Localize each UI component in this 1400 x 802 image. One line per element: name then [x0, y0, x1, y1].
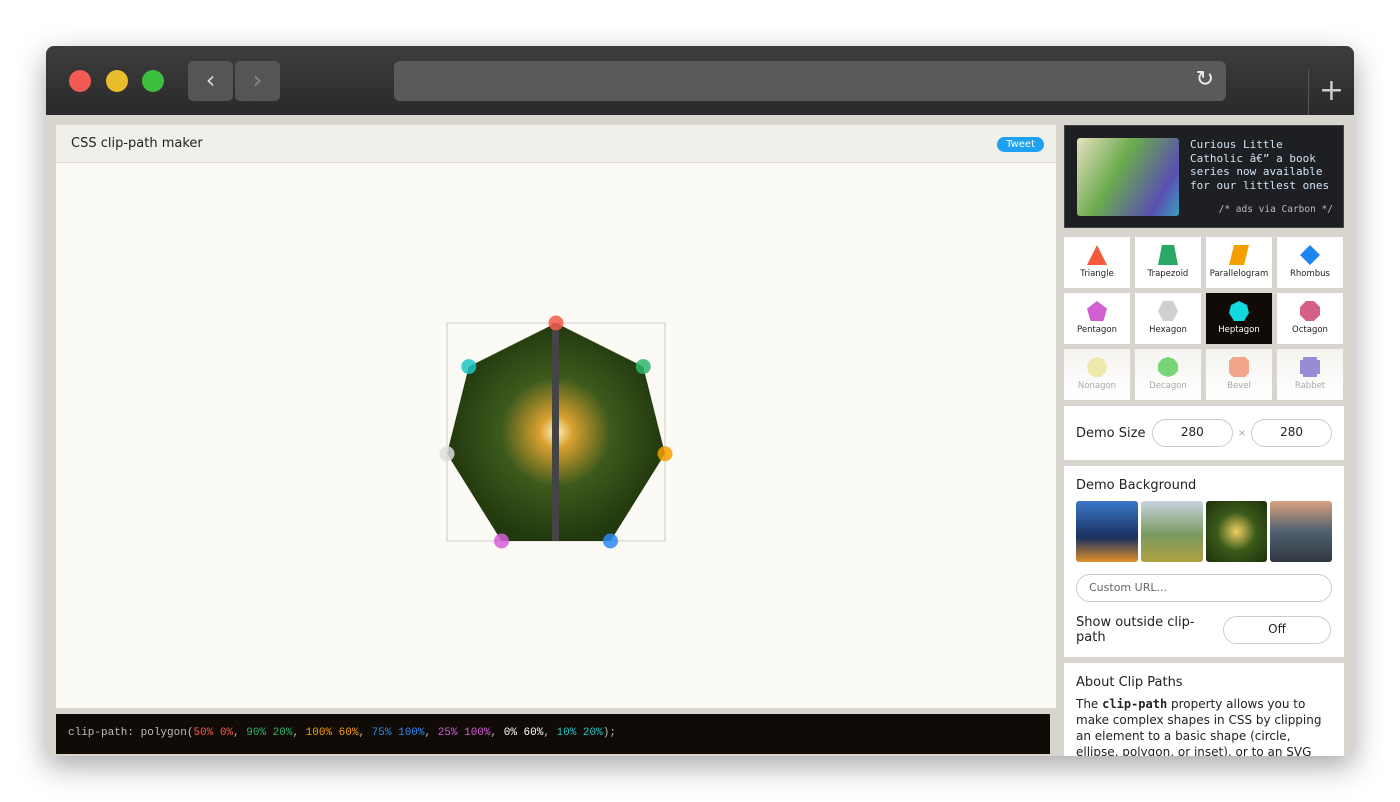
shape-label: Hexagon [1149, 325, 1187, 335]
shape-label: Rabbet [1294, 381, 1326, 391]
rabbet-icon [1300, 357, 1320, 377]
code-point: 75% 100% [371, 727, 425, 739]
ad-text[interactable]: Curious Little Catholic â€” a book serie… [1190, 138, 1340, 192]
custom-url-input[interactable]: Custom URL... [1076, 574, 1332, 602]
show-outside-label: Show outside clip-path [1076, 615, 1195, 645]
bg-thumb-valley[interactable] [1140, 501, 1203, 562]
rhombus-icon [1300, 245, 1320, 265]
polygon-handle[interactable] [461, 359, 477, 375]
bg-thumb-sparkler[interactable] [1205, 501, 1268, 562]
shape-button-nonagon[interactable]: Nonagon [1064, 349, 1130, 400]
pentagon-icon [1087, 301, 1107, 321]
hexagon-icon [1158, 301, 1178, 321]
title-bar: ‹ › ↻ + [46, 46, 1354, 115]
code-output[interactable]: clip-path: polygon(50% 0%, 90% 20%, 100%… [56, 714, 1050, 754]
shape-button-rabbet[interactable]: Rabbet [1277, 349, 1343, 400]
heptagon-icon [1229, 301, 1249, 321]
shape-button-triangle[interactable]: Triangle [1064, 237, 1130, 288]
shape-label: Triangle [1080, 269, 1114, 279]
page-title: CSS clip-path maker [71, 136, 203, 151]
height-input[interactable]: 280 [1251, 419, 1332, 447]
shape-label: Heptagon [1218, 325, 1260, 335]
demo-size-label: Demo Size [1076, 425, 1146, 441]
triangle-icon [1087, 245, 1107, 265]
bg-thumb-ocean[interactable] [1270, 501, 1332, 562]
width-input[interactable]: 280 [1151, 419, 1233, 447]
code-point: 25% 100% [437, 727, 491, 739]
shape-grid: Triangle Trapezoid Parallelogram Rhombus Pen… [1064, 237, 1344, 400]
polygon-handle[interactable] [603, 533, 618, 549]
clip-canvas [439, 315, 673, 549]
shape-button-hexagon[interactable]: Hexagon [1135, 293, 1201, 344]
shape-button-bevel[interactable]: Bevel [1206, 349, 1272, 400]
shape-button-parallelogram[interactable]: Parallelogram [1206, 237, 1272, 288]
code-point: 90% 20% [246, 727, 293, 739]
demo-background-label: Demo Background [1076, 478, 1197, 493]
shape-label: Octagon [1292, 325, 1328, 335]
parallelogram-icon [1229, 245, 1249, 265]
reload-icon[interactable]: ↻ [1196, 67, 1214, 92]
tweet-button[interactable]: Tweet [997, 137, 1044, 152]
shape-button-rhombus[interactable]: Rhombus [1277, 237, 1343, 288]
shape-button-pentagon[interactable]: Pentagon [1064, 293, 1130, 344]
code-fn: polygon( [140, 727, 194, 739]
code-point: 10% 20% [556, 727, 603, 739]
browser-window: ‹ › ↻ + CSS clip-path maker Tweet clip-p… [46, 46, 1354, 756]
shape-label: Bevel [1227, 381, 1251, 391]
shape-label: Trapezoid [1147, 269, 1189, 279]
shape-label: Parallelogram [1209, 269, 1269, 279]
polygon-handle[interactable] [494, 533, 509, 549]
shape-label: Pentagon [1077, 325, 1117, 335]
code-point: 0% 60% [503, 727, 544, 739]
shape-label: Rhombus [1290, 269, 1330, 279]
ad-image[interactable] [1077, 138, 1179, 216]
about-code: clip-path [1102, 697, 1168, 711]
bg-thumb-bridge[interactable] [1076, 501, 1138, 562]
ad-note[interactable]: /* ads via Carbon */ [1219, 204, 1333, 215]
close-button[interactable] [69, 70, 91, 92]
back-button[interactable]: ‹ [188, 61, 233, 101]
about-card: About Clip Paths The clip-path property … [1064, 663, 1344, 756]
code-point: 100% 60% [305, 727, 359, 739]
bevel-icon [1229, 357, 1249, 377]
demo-background-card: Demo Background Custom URL... Show outsi… [1064, 466, 1344, 657]
size-separator: × [1237, 427, 1247, 439]
shape-button-decagon[interactable]: Decagon [1135, 349, 1201, 400]
sidebar: Curious Little Catholic â€” a book serie… [1064, 125, 1344, 756]
carbon-ad[interactable]: Curious Little Catholic â€” a book serie… [1064, 125, 1344, 228]
main-panel: CSS clip-path maker Tweet [56, 125, 1056, 708]
minimize-button[interactable] [106, 70, 128, 92]
show-outside-toggle[interactable]: Off [1223, 616, 1331, 644]
octagon-icon [1300, 301, 1320, 321]
shape-label: Nonagon [1077, 381, 1117, 391]
code-point: 50% 0% [193, 727, 234, 739]
polygon-handle[interactable] [548, 315, 564, 331]
shape-button-trapezoid[interactable]: Trapezoid [1135, 237, 1201, 288]
about-title: About Clip Paths [1076, 675, 1183, 690]
demo-size-card: Demo Size 280 × 280 [1064, 406, 1344, 460]
about-text: The [1076, 697, 1103, 711]
polygon-handle[interactable] [635, 359, 651, 375]
shape-button-octagon[interactable]: Octagon [1277, 293, 1343, 344]
new-tab-button[interactable]: + [1308, 69, 1354, 115]
nonagon-icon [1087, 357, 1107, 377]
polygon-handle[interactable] [657, 446, 673, 462]
forward-button[interactable]: › [235, 61, 280, 101]
maximize-button[interactable] [142, 70, 164, 92]
trapezoid-icon [1158, 245, 1178, 265]
sparkler-stick [552, 323, 559, 541]
address-bar[interactable]: ↻ [394, 61, 1226, 101]
polygon-handle[interactable] [439, 446, 455, 462]
code-prop: clip-path: [68, 727, 135, 739]
shape-button-heptagon[interactable]: Heptagon [1206, 293, 1272, 344]
shape-label: Decagon [1149, 381, 1187, 391]
code-end: ); [602, 727, 616, 739]
decagon-icon [1158, 357, 1178, 377]
